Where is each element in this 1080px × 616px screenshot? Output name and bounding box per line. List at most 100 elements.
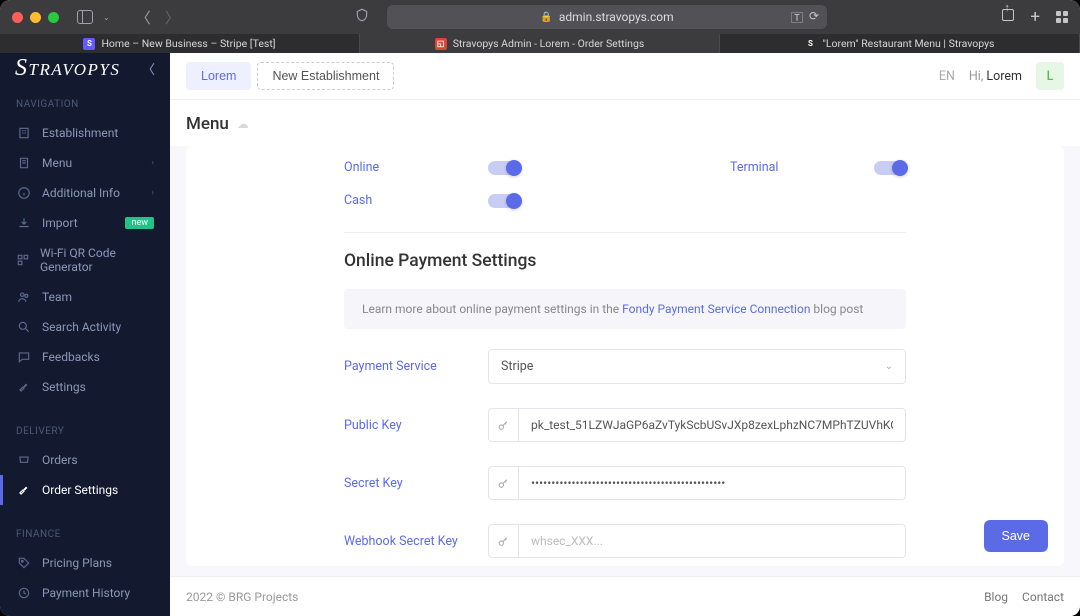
- reload-icon[interactable]: ⟳: [809, 9, 819, 26]
- label-public-key: Public Key: [344, 418, 488, 433]
- chevron-right-icon: ›: [151, 188, 154, 198]
- page-title: Menu: [186, 114, 229, 134]
- save-button[interactable]: Save: [984, 520, 1049, 552]
- window-controls: [12, 12, 59, 23]
- message-icon: [16, 350, 32, 364]
- sidebar-item-wifi-qr[interactable]: Wi-Fi QR Code Generator: [0, 238, 170, 282]
- nav-label: Pricing Plans: [42, 556, 112, 570]
- team-icon: [16, 290, 32, 304]
- sidebar-item-payment-history[interactable]: Payment History: [0, 578, 170, 608]
- privacy-shield-icon[interactable]: [355, 8, 369, 26]
- toggle-online[interactable]: [488, 161, 520, 175]
- input-public-key[interactable]: [518, 408, 906, 442]
- address-bar[interactable]: 🔒 admin.stravopys.com 🅃 ⟳: [387, 5, 827, 29]
- tab-current-establishment[interactable]: Lorem: [186, 62, 251, 90]
- favicon-icon: S: [83, 38, 95, 50]
- browser-toolbar: ⌄ 〈 〉 🔒 admin.stravopys.com 🅃 ⟳ +: [0, 0, 1080, 34]
- toggle-label-online: Online: [344, 160, 488, 175]
- new-tab-button[interactable]: +: [1030, 7, 1040, 27]
- sidebar-item-order-settings[interactable]: Order Settings: [0, 475, 170, 505]
- browser-tabs: S Home – New Business – Stripe [Test] ◱ …: [0, 34, 1080, 53]
- cart-icon: [16, 453, 32, 467]
- sidebar-item-settings[interactable]: Settings: [0, 372, 170, 402]
- sidebar-collapse-button[interactable]: 〈: [142, 59, 155, 78]
- menu-icon: [16, 156, 32, 170]
- history-icon: [16, 586, 32, 600]
- sidebar-item-team[interactable]: Team: [0, 282, 170, 312]
- key-icon: [488, 466, 518, 500]
- sidebar-toggle-icon[interactable]: [77, 10, 93, 24]
- section-heading: Online Payment Settings: [344, 251, 906, 271]
- maximize-window-button[interactable]: [48, 12, 59, 23]
- nav-label: Additional Info: [42, 186, 120, 200]
- nav-label: Establishment: [42, 126, 118, 140]
- favicon-icon: S: [805, 38, 817, 50]
- avatar[interactable]: L: [1036, 62, 1064, 90]
- browser-tab[interactable]: S Home – New Business – Stripe [Test]: [0, 34, 360, 53]
- select-payment-service[interactable]: Stripe ⌄: [488, 349, 906, 384]
- tab-label: Home – New Business – Stripe [Test]: [101, 37, 275, 50]
- nav-label: Search Activity: [42, 320, 121, 334]
- nav-label: Payment History: [42, 586, 130, 600]
- download-icon: [16, 216, 32, 230]
- tab-label: "Lorem" Restaurant Menu | Stravopys: [823, 37, 995, 50]
- sidebar-item-menu[interactable]: Menu ›: [0, 148, 170, 178]
- settings-card: Online Terminal Cash: [186, 146, 1064, 566]
- minimize-window-button[interactable]: [30, 12, 41, 23]
- sidebar-item-pricing[interactable]: Pricing Plans: [0, 548, 170, 578]
- footer-contact-link[interactable]: Contact: [1022, 590, 1064, 604]
- nav-label: Order Settings: [42, 483, 118, 497]
- chevron-down-icon[interactable]: ⌄: [103, 13, 110, 22]
- nav-label: Feedbacks: [42, 350, 100, 364]
- nav-section-title: DELIVERY: [0, 418, 170, 445]
- reader-icon[interactable]: 🅃: [791, 9, 803, 26]
- banner-link[interactable]: Fondy Payment Service Connection: [622, 302, 810, 316]
- label-secret-key: Secret Key: [344, 476, 488, 491]
- favicon-icon: ◱: [435, 38, 447, 50]
- sidebar-item-additional-info[interactable]: Additional Info ›: [0, 178, 170, 208]
- url-text: admin.stravopys.com: [559, 10, 674, 24]
- sidebar-item-search-activity[interactable]: Search Activity: [0, 312, 170, 342]
- wrench-icon: [16, 483, 32, 497]
- sidebar-item-feedbacks[interactable]: Feedbacks: [0, 342, 170, 372]
- sidebar-item-orders[interactable]: Orders: [0, 445, 170, 475]
- info-banner: Learn more about online payment settings…: [344, 289, 906, 329]
- sidebar-item-establishment[interactable]: Establishment: [0, 118, 170, 148]
- copyright-text: 2022 © BRG Projects: [186, 590, 298, 604]
- nav-section-title: NAVIGATION: [0, 91, 170, 118]
- new-badge: new: [125, 217, 154, 229]
- footer-blog-link[interactable]: Blog: [984, 590, 1008, 604]
- chevron-down-icon: ⌄: [885, 361, 893, 372]
- wrench-icon: [16, 380, 32, 394]
- toggle-label-cash: Cash: [344, 193, 488, 208]
- select-value: Stripe: [501, 359, 533, 374]
- toggle-cash[interactable]: [488, 194, 520, 208]
- share-icon[interactable]: [1002, 9, 1014, 25]
- input-secret-key[interactable]: [518, 466, 906, 500]
- search-icon: [16, 320, 32, 334]
- cloud-icon: ☁: [237, 117, 249, 131]
- forward-button[interactable]: 〉: [165, 7, 180, 28]
- nav-section-title: FINANCE: [0, 521, 170, 548]
- footer: 2022 © BRG Projects Blog Contact: [170, 576, 1080, 616]
- tab-overview-icon[interactable]: [1056, 11, 1068, 23]
- close-window-button[interactable]: [12, 12, 23, 23]
- nav-label: Settings: [42, 380, 86, 394]
- browser-tab[interactable]: S "Lorem" Restaurant Menu | Stravopys: [720, 34, 1080, 53]
- tab-label: Stravopys Admin - Lorem - Order Settings: [453, 37, 645, 50]
- toggle-label-terminal: Terminal: [730, 160, 874, 175]
- tab-new-establishment[interactable]: New Establishment: [257, 62, 394, 90]
- info-icon: [16, 186, 32, 200]
- nav-label: Menu: [42, 156, 72, 170]
- language-selector[interactable]: EN: [939, 69, 955, 84]
- greeting-text: Hi,: [969, 69, 983, 84]
- building-icon: [16, 126, 32, 140]
- nav-label: Team: [42, 290, 72, 304]
- label-payment-service: Payment Service: [344, 359, 488, 374]
- back-button[interactable]: 〈: [136, 7, 151, 28]
- logo: STRAVOPYS: [15, 55, 120, 82]
- chevron-right-icon: ›: [151, 158, 154, 168]
- toggle-terminal[interactable]: [874, 161, 906, 175]
- sidebar-item-import[interactable]: Import new: [0, 208, 170, 238]
- browser-tab[interactable]: ◱ Stravopys Admin - Lorem - Order Settin…: [360, 34, 720, 53]
